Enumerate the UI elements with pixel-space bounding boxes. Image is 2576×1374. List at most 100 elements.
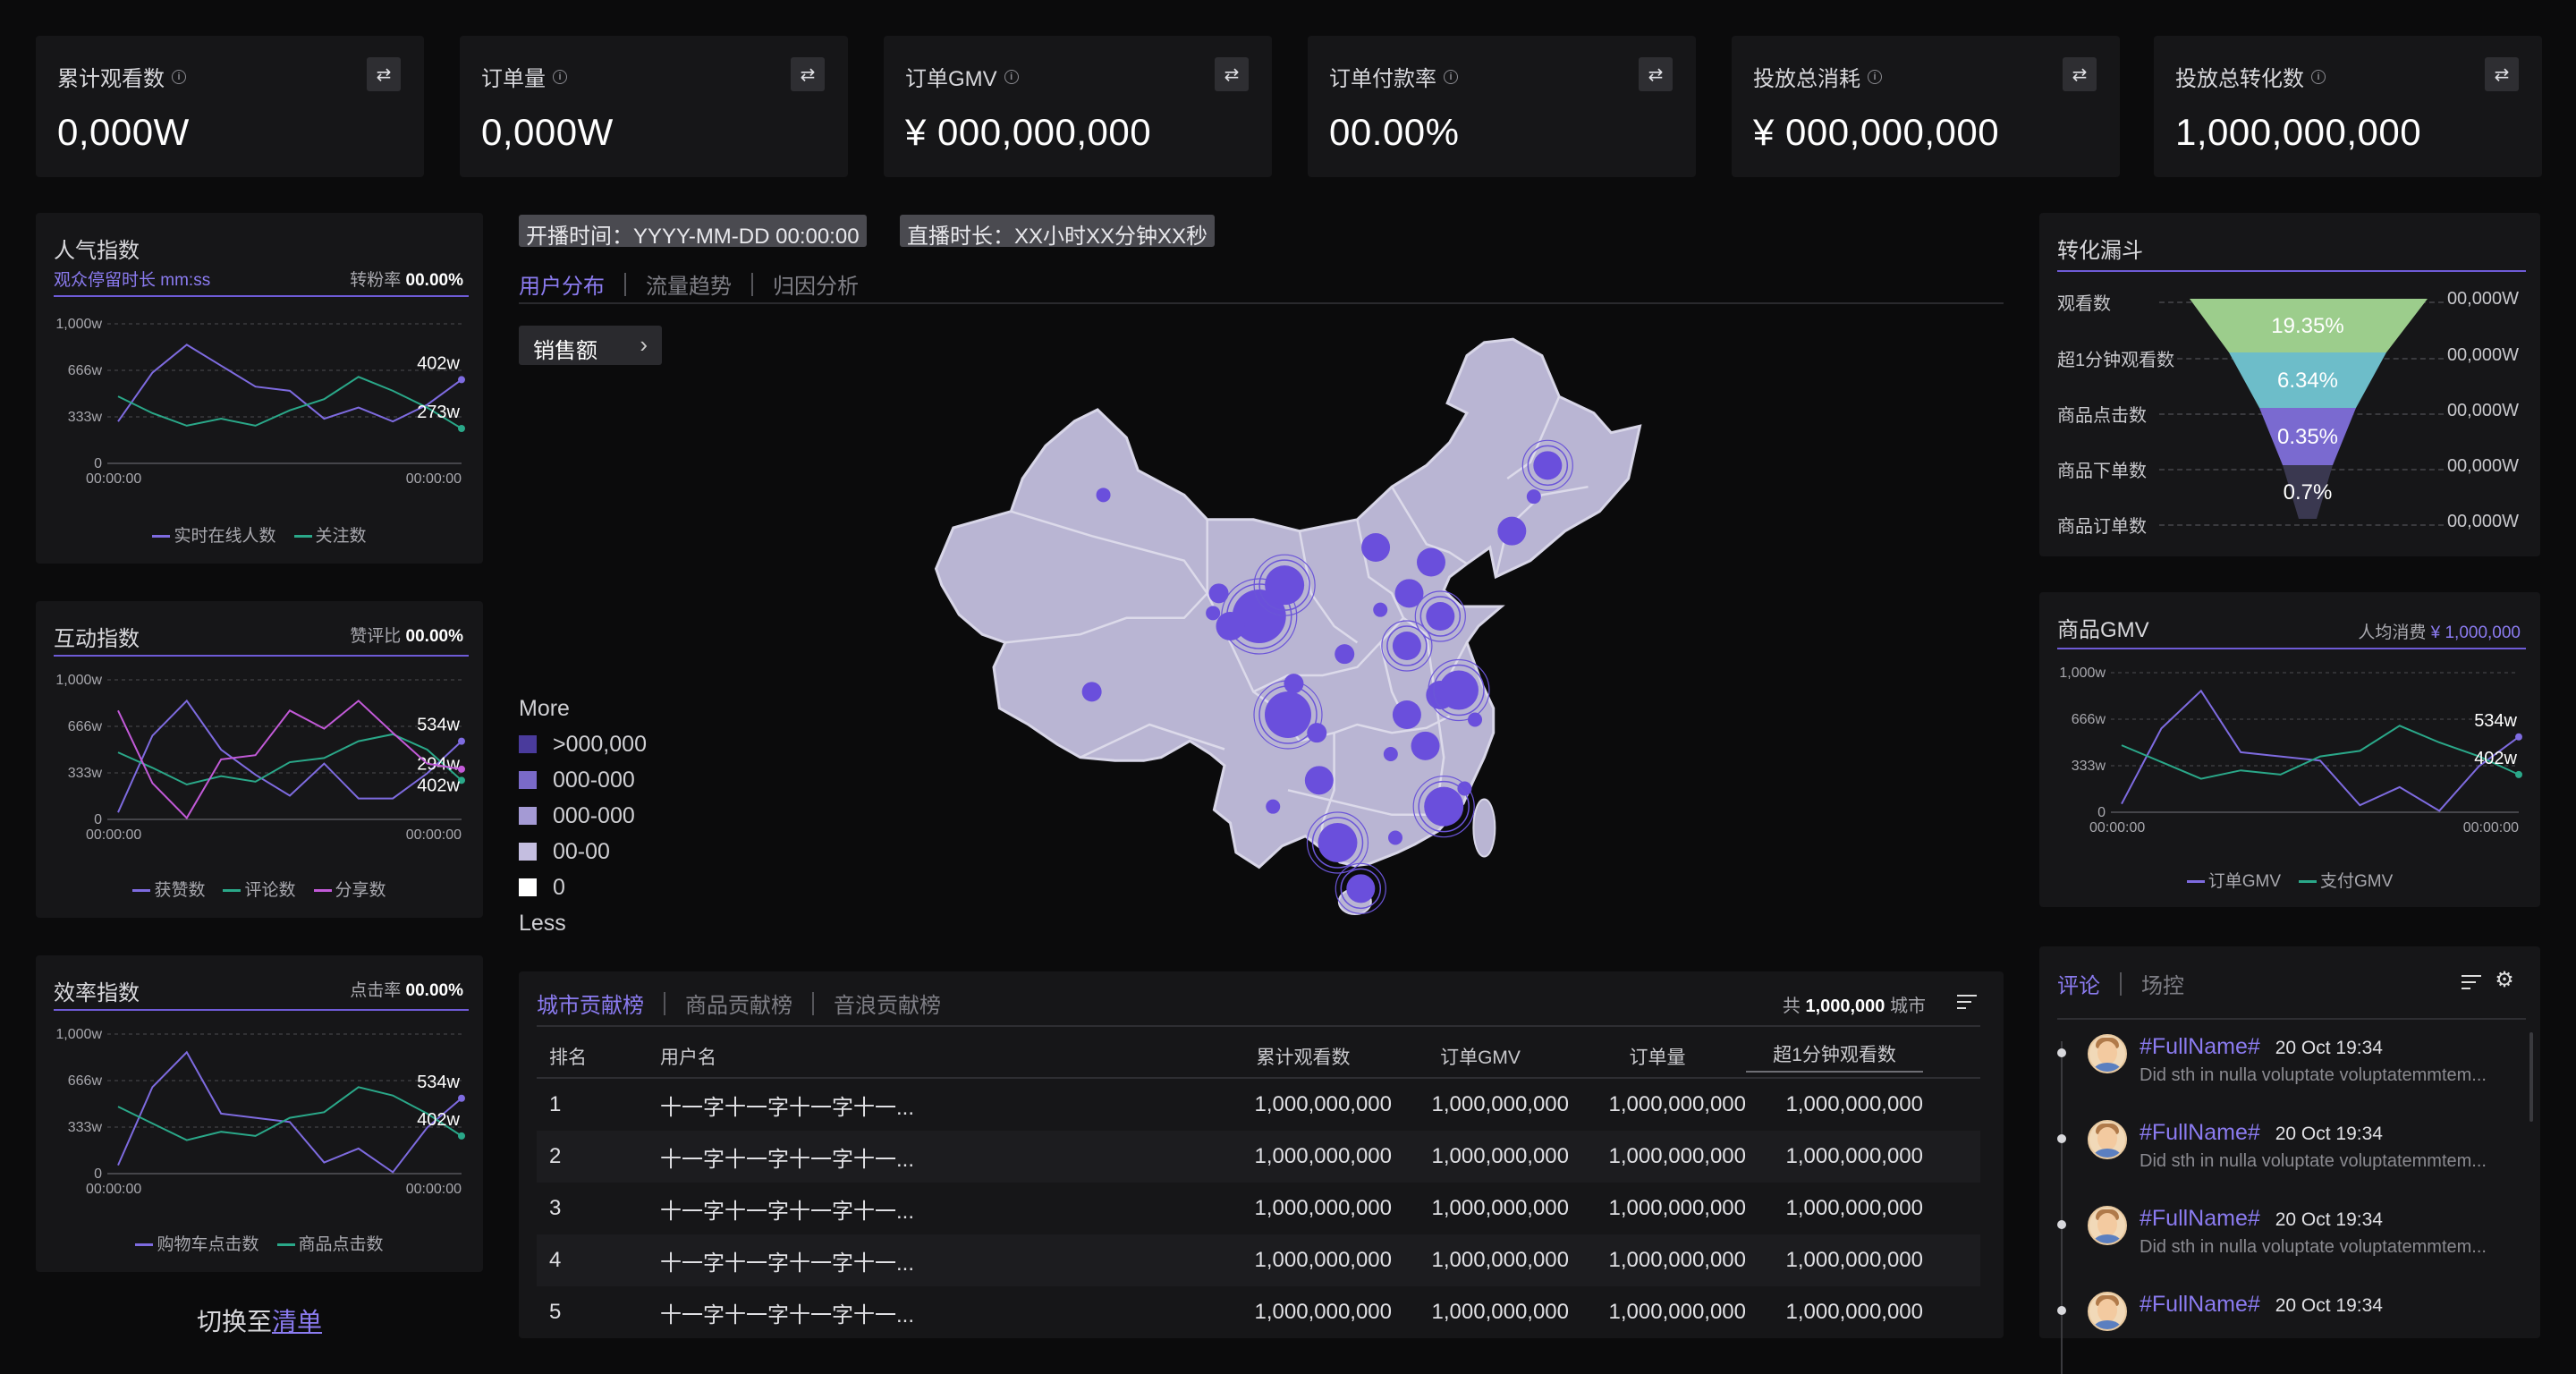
tab-attribution[interactable]: 归因分析 [773,268,859,300]
swap-icon[interactable]: ⇄ [791,57,825,91]
info-icon[interactable]: i [553,69,567,84]
legend-item[interactable]: 订单GMV [2186,872,2281,891]
series-end-point [2515,733,2522,741]
ranking-total: 共 1,000,000 城市 [1782,997,1926,1016]
data-label: 402w [417,1110,460,1130]
swap-icon[interactable]: ⇄ [367,57,401,91]
funnel-rate-label: 19.35% [2271,314,2343,338]
kpi-value: 0,000W [57,111,190,153]
legend-swatch [519,771,537,789]
legend-item[interactable]: 0 [519,869,647,905]
legend-item[interactable]: 商品点击数 [276,1235,384,1254]
kpi-card: 投放总转化数 i 1,000,000,000 ⇄ [2154,36,2542,177]
data-label: 402w [2474,749,2517,768]
table-row[interactable]: 4 十一字十一字十一字十一... 1,000,000,000 1,000,000,00… [537,1234,1980,1286]
tab-city-ranking[interactable]: 城市贡献榜 [537,988,644,1019]
column-header[interactable]: 订单GMV [1392,1043,1569,1070]
tab-traffic-trend[interactable]: 流量趋势 [646,268,732,300]
info-icon[interactable]: i [2311,69,2326,84]
list-icon[interactable] [2462,973,2481,991]
legend-item[interactable]: 获赞数 [132,881,205,900]
swap-icon[interactable]: ⇄ [1215,57,1249,91]
tab-user-distribution[interactable]: 用户分布 [519,268,605,300]
comment-author[interactable]: #FullName# [2140,1034,2260,1059]
legend-item[interactable]: >000,000 [519,726,647,762]
table-cell: 1,000,000,000 [1608,1092,1746,1116]
kpi-label: 投放总消耗 i [1753,61,1882,92]
interaction-panel: 互动指数 赞评比 00.00% 1,000w 666w 333w 0 00:00:00 0… [36,601,483,918]
swap-icon[interactable]: ⇄ [1639,57,1673,91]
info-icon[interactable]: i [172,69,186,84]
comment-author[interactable]: #FullName# [2140,1206,2260,1231]
funnel-stage-label: 商品下单数 [2057,462,2147,481]
avatar[interactable] [2088,1120,2127,1159]
table-cell: 十一字十一字十一字十一... [660,1199,915,1224]
city-bubble [1424,786,1464,827]
table-cell: 十一字十一字十一字十一... [660,1251,915,1276]
sort-icon[interactable] [1957,993,1977,1011]
legend-item[interactable]: 00-00 [519,834,647,869]
column-header[interactable]: 累计观看数 [1215,1043,1392,1070]
column-header[interactable]: 用户名 [660,1043,1215,1070]
gmv-panel: 商品GMV 人均消费 ¥ 1,000,000 1,000w 666w 333w 0 00… [2039,592,2540,907]
table-cell: 1,000,000,000 [1254,1196,1392,1220]
timeline-dot [2057,1048,2066,1057]
x-tick-label: 00:00:00 [86,827,141,843]
panel-title: 商品GMV [2057,618,2149,642]
legend-item[interactable]: 分享数 [313,881,386,900]
info-icon[interactable]: i [1444,69,1458,84]
legend-item[interactable]: 实时在线人数 [152,527,276,546]
table-row[interactable]: 3 十一字十一字十一字十一... 1,000,000,000 1,000,000,00… [537,1183,1980,1234]
gear-icon[interactable]: ⚙ [2494,970,2515,991]
table-row[interactable]: 5 十一字十一字十一字十一... 1,000,000,000 1,000,000,00… [537,1286,1980,1338]
interaction-chart: 1,000w666w333w000:00:00 00:00:00534w294w4… [55,673,465,843]
table-row[interactable]: 2 十一字十一字十一字十一... 1,000,000,000 1,000,000,00… [537,1131,1980,1183]
city-bubble [1392,700,1421,729]
ranking-tabs: 城市贡献榜 商品贡献榜 音浪贡献榜 [537,988,941,1019]
comment-item[interactable]: #FullName# 20 Oct 19:34 Did sth in nulla … [2140,1206,2576,1258]
legend-item[interactable]: 000-000 [519,798,647,834]
legend-item[interactable]: 支付GMV [2299,872,2393,891]
city-bubble [1411,731,1440,760]
legend-item[interactable]: 评论数 [223,881,296,900]
column-header[interactable]: 排名 [537,1043,660,1070]
data-label: 534w [2474,711,2517,731]
tab-sound-wave-ranking[interactable]: 音浪贡献榜 [834,988,941,1019]
comment-item[interactable]: #FullName# 20 Oct 19:34 [2140,1292,2576,1323]
avatar[interactable] [2088,1292,2127,1331]
avatar[interactable] [2088,1034,2127,1073]
column-header[interactable]: 超1分钟观看数 [1746,1040,1923,1073]
comment-item[interactable]: #FullName# 20 Oct 19:34 Did sth in nulla … [2140,1034,2576,1086]
series-end-point [458,425,465,432]
kpi-label: 投放总转化数 i [2175,61,2326,92]
city-bubble [1081,682,1102,702]
y-tick-label: 666w [2072,712,2106,727]
series-end-point [458,1094,465,1102]
comment-item[interactable]: #FullName# 20 Oct 19:34 Did sth in nulla … [2140,1120,2576,1172]
china-map [934,337,1642,915]
info-icon[interactable]: i [1004,69,1019,84]
tab-field-control[interactable]: 场控 [2141,968,2184,999]
legend-item[interactable]: 000-000 [519,762,647,798]
tab-comments[interactable]: 评论 [2057,968,2100,999]
comment-time: 20 Oct 19:34 [2275,1124,2383,1144]
table-row[interactable]: 1 十一字十一字十一字十一... 1,000,000,000 1,000,000,00… [537,1079,1980,1131]
legend-item[interactable]: 购物车点击数 [135,1235,259,1254]
legend-more: More [519,696,570,721]
kpi-label: 订单量 i [481,61,567,92]
data-label: 273w [417,403,460,422]
comment-author[interactable]: #FullName# [2140,1292,2260,1317]
tab-product-ranking[interactable]: 商品贡献榜 [685,988,792,1019]
column-header[interactable]: 订单量 [1569,1043,1746,1070]
funnel-stage-label: 商品点击数 [2057,406,2147,426]
legend-item[interactable]: 关注数 [293,527,367,546]
info-icon[interactable]: i [1868,69,1882,84]
avatar[interactable] [2088,1206,2127,1245]
sales-dropdown-button[interactable]: 销售额 › [519,326,662,365]
swap-icon[interactable]: ⇄ [2063,57,2097,91]
city-bubble [1388,830,1402,845]
comment-author[interactable]: #FullName# [2140,1120,2260,1145]
swap-icon[interactable]: ⇄ [2485,57,2519,91]
switch-link[interactable]: 清单 [272,1308,322,1336]
data-label: 402w [417,353,460,373]
